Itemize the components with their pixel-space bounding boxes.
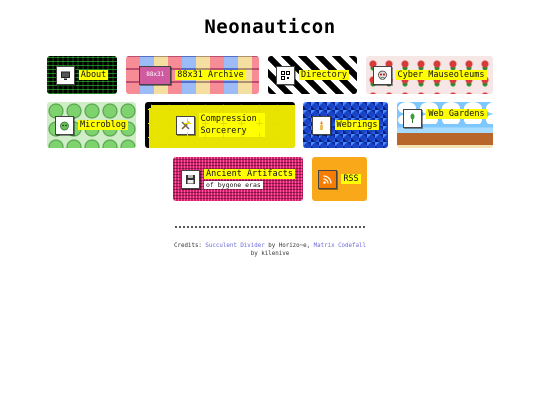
qr-code-icon	[275, 65, 295, 85]
tile-directory-label: Directory	[298, 70, 350, 80]
candle-icon	[311, 115, 331, 135]
dotted-divider	[175, 226, 365, 228]
credits: Credits: Succulent Divider by Horizo~e, …	[150, 242, 390, 258]
tile-directory[interactable]: Directory	[268, 56, 357, 94]
credits-mid-2: by kilenive	[250, 251, 290, 257]
floppy-disk-icon	[181, 169, 200, 189]
tile-ancient-artifacts-label: Ancient Artifacts	[204, 169, 295, 179]
tile-compression-sorcerery-label: Compression Sorcerery	[198, 113, 265, 137]
tile-rss[interactable]: RSS	[312, 157, 367, 201]
credit-link-succulent-divider[interactable]: Succulent Divider	[205, 243, 264, 249]
rss-feed-icon	[318, 169, 338, 189]
tile-cyber-mauseoleums[interactable]: Cyber Mauseoleums	[366, 56, 493, 94]
compress-tools-icon	[175, 115, 195, 135]
credits-prefix: Credits:	[174, 243, 206, 249]
tile-microblog-label: Microblog	[77, 120, 129, 130]
tile-microblog[interactable]: Microblog	[47, 102, 136, 148]
tile-webrings[interactable]: Webrings	[303, 102, 388, 148]
tile-88x31-archive-label: 88x31 Archive	[175, 70, 246, 80]
skull-icon	[372, 65, 392, 85]
plant-icon	[403, 109, 423, 128]
tile-cyber-mauseoleums-label: Cyber Mauseoleums	[395, 70, 487, 80]
tile-88x31-archive[interactable]: 88x31 88x31 Archive	[126, 56, 259, 94]
credit-link-matrix-codefall[interactable]: Matrix Codefall	[314, 243, 366, 249]
page-title: Neonauticon	[204, 16, 336, 38]
tile-rss-label: RSS	[341, 174, 361, 184]
tile-ancient-artifacts-subtitle: of bygone eras	[204, 181, 263, 189]
tile-web-gardens-label: Web Gardens	[426, 109, 487, 119]
tile-ancient-artifacts[interactable]: Ancient Artifacts of bygone eras	[173, 157, 303, 201]
monitor-icon	[55, 65, 75, 85]
tile-about-label: About	[78, 70, 109, 80]
button-badge-icon: 88x31	[139, 65, 172, 85]
tile-about[interactable]: About	[47, 56, 117, 94]
blob-icon	[54, 115, 74, 135]
tile-compression-sorcerery[interactable]: Compression Sorcerery	[145, 102, 295, 148]
tile-webrings-label: Webrings	[334, 120, 380, 130]
tile-web-gardens[interactable]: Web Gardens	[397, 102, 493, 148]
credits-mid-1: by Horizo~e,	[264, 243, 314, 249]
